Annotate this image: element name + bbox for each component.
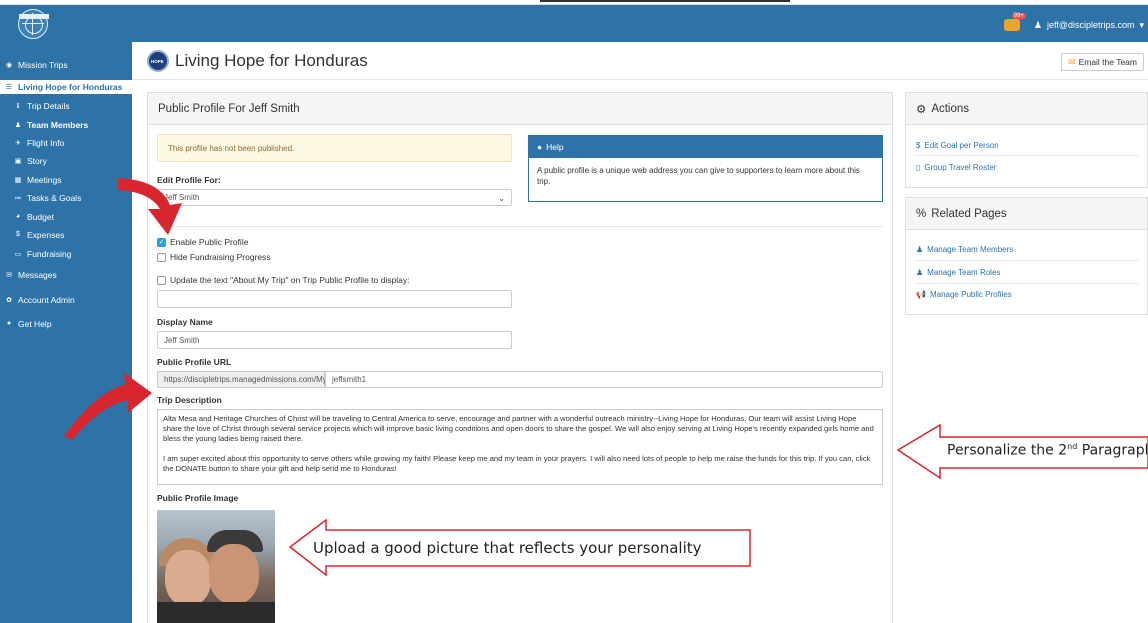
sidebar-item-account-admin[interactable]: ✿ Account Admin [0,291,132,308]
dollar-icon: $ [916,141,921,150]
related-pages-title: Related Pages [931,207,1007,220]
email-team-button[interactable]: ✉ Email the Team [1061,53,1144,71]
edit-profile-for-select[interactable]: Jeff Smith ⌄ [157,189,512,206]
help-icon: ● [6,320,12,327]
underline-fragment [540,0,790,2]
plane-icon: ✈ [15,139,21,147]
display-name-label: Display Name [157,317,213,327]
main-content: HOPE Living Hope for Honduras ✉ Email th… [132,42,1148,623]
description-paragraph-1: Alta Mesa and Heritage Churches of Chris… [163,414,874,443]
help-box: ● Help A public profile is a unique web … [528,135,883,202]
sidebar-item-mission-trips[interactable]: ◉ Mission Trips [0,56,132,73]
user-icon: ♟ [14,121,22,129]
sidebar-item-flight-info[interactable]: ✈ Flight Info [0,134,132,151]
user-icon: ♟ [1033,19,1042,30]
edit-profile-for-label: Edit Profile For: [157,175,221,185]
public-profile-url-input[interactable]: jeffsmith1 [325,371,883,388]
hide-fundraising-checkbox[interactable]: Hide Fundraising Progress [157,252,271,262]
checkbox-icon[interactable] [157,252,166,262]
inbox-icon: ✉ [6,271,12,279]
gear-icon: ✿ [6,296,12,304]
user-email[interactable]: jeff@discipletrips.com [1047,20,1135,30]
image-icon: ▣ [14,157,22,165]
bullhorn-icon: 📢 [916,290,926,299]
group-travel-roster-link[interactable]: ▯ Group Travel Roster [916,163,996,172]
link-icon: % [916,207,927,220]
sidebar-item-meetings[interactable]: ▦ Meetings [0,171,132,188]
sidebar-item-get-help[interactable]: ● Get Help [0,315,132,332]
globe-icon: ◉ [5,61,13,69]
info-circle-icon: ● [537,142,543,152]
paragraph-callout: Personalize the 2nd Paragraph [947,442,1147,459]
sidebar-item-tasks-goals[interactable]: ≔ Tasks & Goals [0,189,132,206]
help-title: Help [546,142,564,152]
related-pages-panel: % Related Pages ♟ Manage Team Members ♟ … [905,197,1148,315]
sidebar-item-fundraising[interactable]: ▭ Fundraising [0,245,132,262]
top-navbar: 99+ ♟ jeff@discipletrips.com ▾ [0,5,1148,42]
sidebar-item-living-hope[interactable]: ☰ Living Hope for Honduras [0,80,132,94]
trip-logo-icon: HOPE [147,50,169,72]
photo-callout: Upload a good picture that reflects your… [313,539,702,557]
chevron-down-icon[interactable]: ▾ [1139,20,1144,31]
unpublished-notice: This profile has not been published. [157,134,512,162]
chevron-down-icon: ⌄ [498,194,505,203]
description-paragraph-2: I am super excited about this opportunit… [163,454,871,473]
envelope-icon: ✉ [1068,56,1076,67]
sidebar-item-team-members[interactable]: ♟ Team Members [0,116,132,133]
panel-title: Public Profile For Jeff Smith [148,93,892,125]
dollar-icon: $ [16,231,20,238]
sidebar: ◉ Mission Trips ☰ Living Hope for Hondur… [0,42,132,623]
update-about-text-checkbox[interactable]: Update the text "About My Trip" on Trip … [157,275,409,285]
user-menu[interactable]: 99+ ♟ jeff@discipletrips.com ▾ [1003,13,1144,31]
trip-description-textarea[interactable]: Alta Mesa and Heritage Churches of Chris… [157,409,883,485]
info-icon: ℹ [16,102,20,110]
sidebar-item-story[interactable]: ▣ Story [0,152,132,169]
document-icon: ▯ [916,163,921,172]
manage-team-members-link[interactable]: ♟ Manage Team Members [916,245,1013,254]
checkbox-checked-icon[interactable]: ✓ [157,237,166,247]
list-icon: ≔ [14,194,22,202]
help-text: A public profile is a unique web address… [537,166,860,186]
edit-goal-link[interactable]: $ Edit Goal per Person [916,141,999,150]
pie-icon: ◕ [15,213,21,220]
sidebar-item-expenses[interactable]: $ Expenses [0,226,132,243]
discipletrips-logo-icon[interactable] [18,9,49,39]
calendar-icon: ▦ [14,176,22,184]
enable-public-profile-checkbox[interactable]: ✓ Enable Public Profile [157,237,248,247]
page-header: HOPE Living Hope for Honduras ✉ Email th… [132,42,1148,80]
notification-badge: 99+ [1011,13,1026,19]
actions-title: Actions [931,102,970,115]
menu-icon: ☰ [5,84,13,91]
about-my-trip-input[interactable] [157,290,512,308]
checkbox-icon[interactable] [157,275,166,285]
manage-public-profiles-link[interactable]: 📢 Manage Public Profiles [916,290,1012,299]
actions-panel: ⚙ Actions $ Edit Goal per Person ▯ Group… [905,92,1148,188]
url-prefix: https://discipletrips.managedmissions.co… [157,371,342,388]
public-profile-image-label: Public Profile Image [157,493,239,503]
page-title: Living Hope for Honduras [175,51,368,70]
user-icon: ♟ [916,245,924,254]
gears-icon: ⚙ [916,103,927,116]
profile-photo[interactable] [157,510,275,623]
display-name-input[interactable]: Jeff Smith [157,331,512,349]
trip-description-label: Trip Description [157,395,222,405]
sidebar-item-budget[interactable]: ◕ Budget [0,208,132,225]
sidebar-item-trip-details[interactable]: ℹ Trip Details [0,97,132,114]
card-icon: ▭ [14,250,22,258]
notifications-icon[interactable]: 99+ [1003,13,1026,31]
public-profile-url-label: Public Profile URL [157,357,232,367]
manage-team-roles-link[interactable]: ♟ Manage Team Roles [916,268,1000,277]
sidebar-item-messages[interactable]: ✉ Messages [0,266,132,283]
user-icon: ♟ [916,268,924,277]
